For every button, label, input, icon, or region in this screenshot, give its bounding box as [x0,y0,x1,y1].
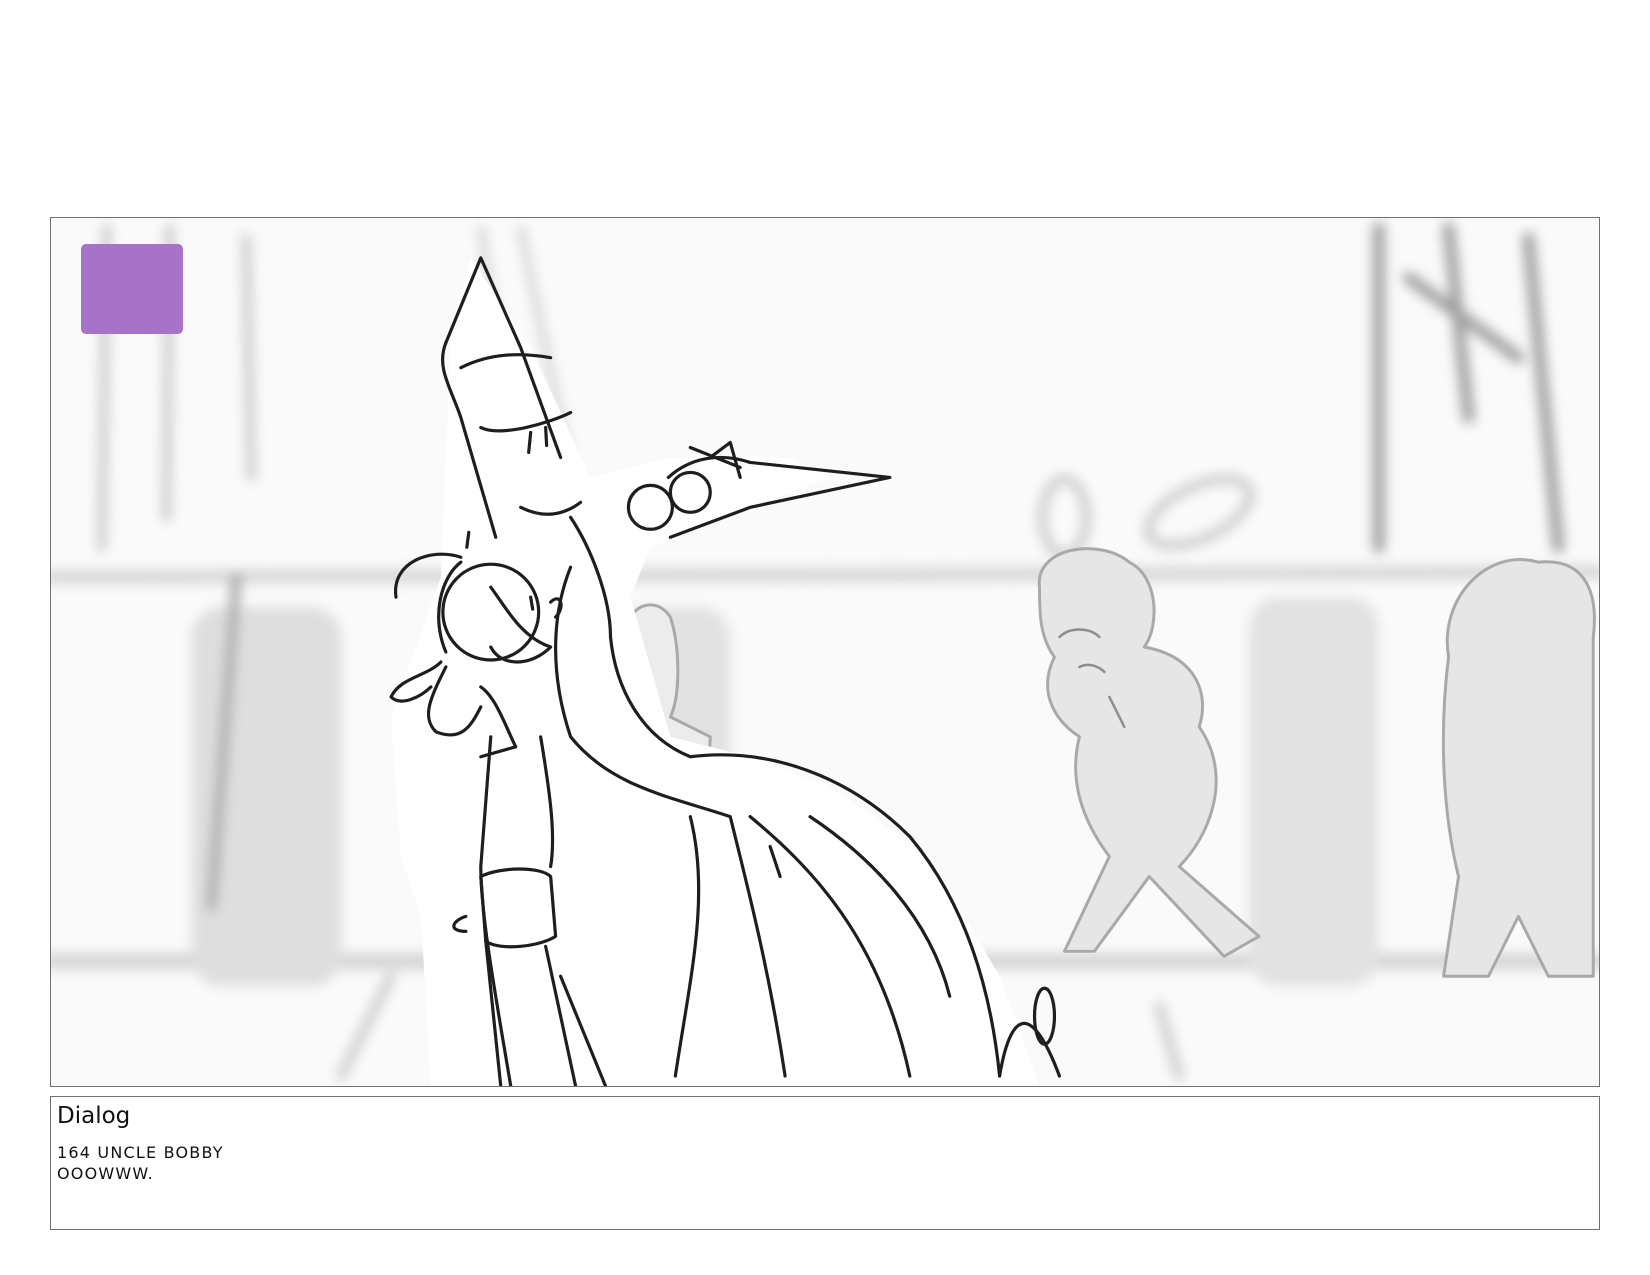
dialog-box: Dialog 164 UNCLE BOBBY OOOWWW. [50,1096,1600,1230]
dialog-line-speaker: 164 UNCLE BOBBY [57,1143,224,1162]
dialog-title: Dialog [57,1103,131,1129]
storyboard-sketch-image [51,221,1599,1086]
color-marker [81,244,183,334]
storyboard-panel [50,217,1600,1087]
dialog-line-text: OOOWWW. [57,1164,154,1183]
